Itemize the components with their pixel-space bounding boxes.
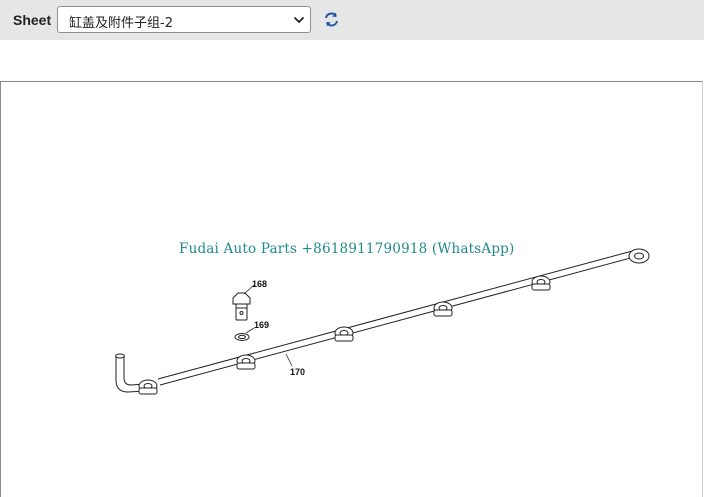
banjo-fitting[interactable] [531, 275, 551, 291]
leader-line [245, 327, 255, 334]
sealing-ring-part[interactable] [234, 333, 250, 341]
banjo-fitting[interactable] [334, 326, 354, 342]
banjo-fitting[interactable] [628, 248, 650, 264]
hollow-bolt-part[interactable] [232, 292, 251, 321]
oil-line-tube[interactable] [115, 249, 639, 393]
callout-170[interactable]: 170 [290, 367, 305, 377]
banjo-fitting[interactable] [138, 379, 158, 395]
callout-168[interactable]: 168 [252, 279, 267, 289]
leader-line [285, 353, 293, 367]
banjo-fitting[interactable] [433, 301, 453, 317]
watermark-text: Fudai Auto Parts +8618911790918 (WhatsAp… [179, 241, 515, 257]
callout-169[interactable]: 169 [254, 320, 269, 330]
banjo-fitting[interactable] [236, 354, 256, 370]
